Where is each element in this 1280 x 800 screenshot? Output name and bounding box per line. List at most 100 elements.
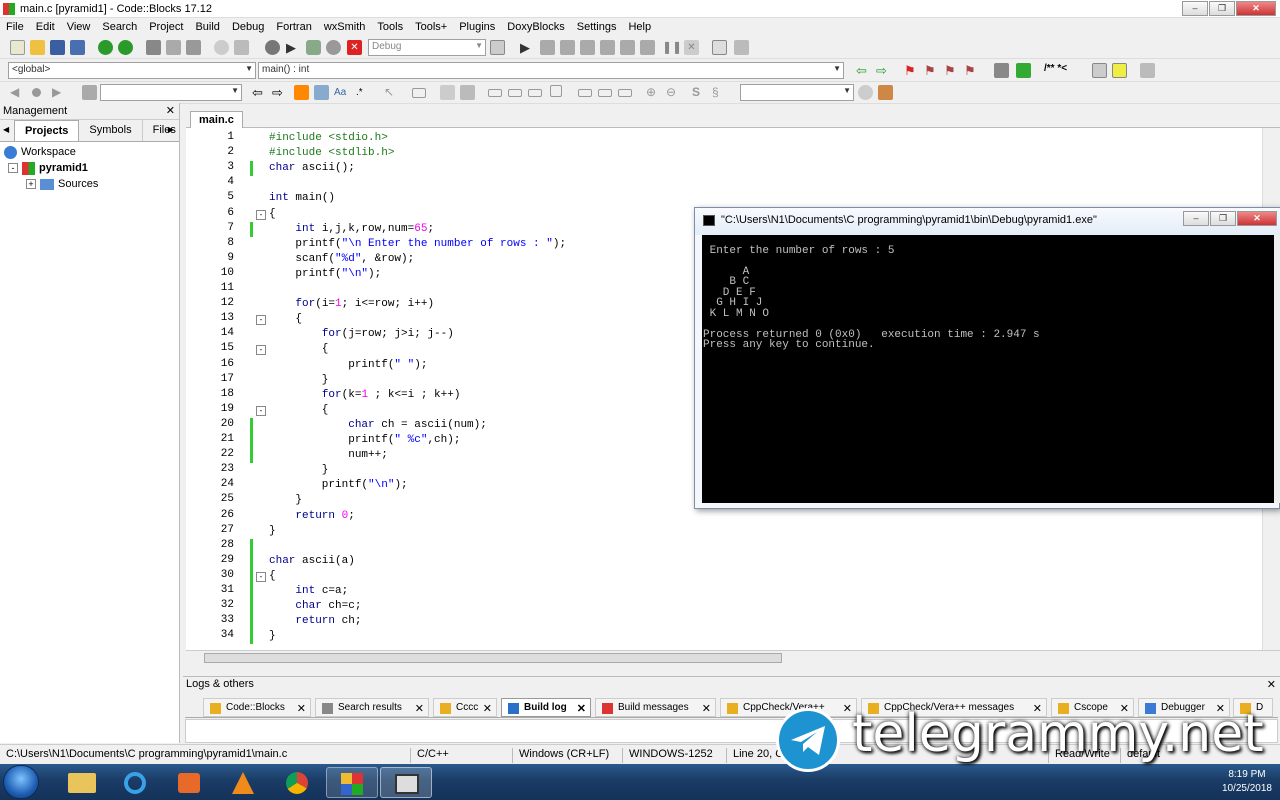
codeblocks-taskbar-icon[interactable] xyxy=(326,767,378,798)
tools-icon[interactable] xyxy=(1140,63,1155,78)
expand-icon[interactable]: + xyxy=(26,179,36,189)
ie-taskbar-icon[interactable] xyxy=(110,767,162,798)
redo-icon[interactable] xyxy=(118,40,133,55)
close-tab-icon[interactable]: ✕ xyxy=(577,702,586,715)
next-line-icon[interactable] xyxy=(560,40,575,55)
menu-debug[interactable]: Debug xyxy=(226,19,270,37)
layout-2-icon[interactable] xyxy=(488,89,502,97)
step-out-icon[interactable] xyxy=(600,40,615,55)
close-tab-icon[interactable]: ✕ xyxy=(483,702,492,715)
layout-7-icon[interactable] xyxy=(598,89,612,97)
layout-5-icon[interactable] xyxy=(550,85,562,97)
copy-icon[interactable] xyxy=(166,40,181,55)
close-tab-icon[interactable]: ✕ xyxy=(415,702,424,715)
function-select[interactable]: main() : int ▼ xyxy=(258,62,844,79)
goto-icon[interactable] xyxy=(82,85,97,100)
paste-icon[interactable] xyxy=(186,40,201,55)
find-icon[interactable] xyxy=(214,40,229,55)
menu-tools[interactable]: Tools xyxy=(371,19,409,37)
menu-settings[interactable]: Settings xyxy=(571,19,623,37)
horizontal-scroll-thumb[interactable] xyxy=(204,653,782,663)
zoom-select[interactable]: ▼ xyxy=(740,84,854,101)
tree-project[interactable]: - pyramid1 xyxy=(4,160,175,176)
menu-search[interactable]: Search xyxy=(96,19,143,37)
editor-horizontal-scrollbar[interactable] xyxy=(186,650,1280,665)
close-panel-icon[interactable]: ✕ xyxy=(166,104,175,117)
spell-icon[interactable]: S xyxy=(692,85,707,100)
prev-icon[interactable]: ◀ xyxy=(10,85,25,100)
menu-project[interactable]: Project xyxy=(143,19,189,37)
build-gear-icon[interactable] xyxy=(265,40,280,55)
tab-files[interactable]: Files xyxy=(143,120,187,141)
pointer-icon[interactable]: ↖ xyxy=(384,85,399,100)
target-dialog-icon[interactable] xyxy=(490,40,505,55)
menu-wxsmith[interactable]: wxSmith xyxy=(318,19,372,37)
rebuild-icon[interactable] xyxy=(326,40,341,55)
console-close-button[interactable]: ✕ xyxy=(1237,211,1277,226)
toggle-bookmark-icon[interactable]: ⚑ xyxy=(904,63,919,78)
chrome-taskbar-icon[interactable] xyxy=(272,767,324,798)
doxy-wizard-icon[interactable] xyxy=(994,63,1009,78)
collapse-icon[interactable]: - xyxy=(8,163,18,173)
tab-projects[interactable]: Projects xyxy=(14,120,80,141)
debug-info-icon[interactable] xyxy=(734,40,749,55)
match-case-icon[interactable]: Aa xyxy=(334,85,349,100)
search-icon[interactable] xyxy=(858,85,873,100)
step-into-icon[interactable] xyxy=(580,40,595,55)
menu-plugins[interactable]: Plugins xyxy=(453,19,501,37)
minimize-button[interactable]: – xyxy=(1182,1,1208,16)
close-logs-icon[interactable]: ✕ xyxy=(1267,678,1276,691)
fold-marker-icon[interactable]: - xyxy=(256,405,266,416)
run-icon[interactable]: ▶ xyxy=(286,40,301,55)
console-minimize-button[interactable]: – xyxy=(1183,211,1209,226)
fold-marker-icon[interactable]: - xyxy=(256,209,266,220)
help-icon[interactable] xyxy=(1112,63,1127,78)
vlc-taskbar-icon[interactable] xyxy=(218,767,270,798)
zoom-out-icon[interactable]: ⊖ xyxy=(666,85,681,100)
scope-select[interactable]: <global> ▼ xyxy=(8,62,256,79)
tab-main-c[interactable]: main.c xyxy=(190,111,243,128)
next-bookmark-icon[interactable]: ⚑ xyxy=(944,63,959,78)
tab-scroll-right-icon[interactable]: ▶ xyxy=(168,125,174,134)
fold-marker-icon[interactable]: - xyxy=(256,571,266,582)
prev-bookmark-icon[interactable]: ⚑ xyxy=(924,63,939,78)
menu-view[interactable]: View xyxy=(61,19,97,37)
run-to-cursor-icon[interactable] xyxy=(540,40,555,55)
record-icon[interactable] xyxy=(32,88,41,97)
menu-file[interactable]: File xyxy=(0,19,30,37)
explorer-taskbar-icon[interactable] xyxy=(56,767,108,798)
logs-tab[interactable]: Search results ✕ xyxy=(315,698,429,717)
console-maximize-button[interactable]: ❐ xyxy=(1210,211,1236,226)
doxy-extract-icon[interactable] xyxy=(1016,63,1031,78)
console-taskbar-icon[interactable] xyxy=(380,767,432,798)
debug-windows-icon[interactable] xyxy=(712,40,727,55)
logs-tab[interactable]: Cccc ✕ xyxy=(433,698,497,717)
step-instruction-icon[interactable] xyxy=(640,40,655,55)
maximize-button[interactable]: ❐ xyxy=(1209,1,1235,16)
abort-icon[interactable]: ✕ xyxy=(347,40,362,55)
fold-marker-icon[interactable]: - xyxy=(256,315,266,326)
close-tab-icon[interactable]: ✕ xyxy=(297,702,306,715)
arrow-left-icon[interactable]: ⇦ xyxy=(252,85,267,100)
menu-edit[interactable]: Edit xyxy=(30,19,61,37)
menu-doxyblocks[interactable]: DoxyBlocks xyxy=(501,19,570,37)
console-window[interactable]: "C:\Users\N1\Documents\C programming\pyr… xyxy=(694,207,1280,509)
close-button[interactable]: ✕ xyxy=(1236,1,1276,16)
regex-icon[interactable]: .* xyxy=(356,85,371,100)
debug-start-icon[interactable]: ▶ xyxy=(520,40,535,55)
thesaurus-icon[interactable]: § xyxy=(712,85,727,100)
open-folder-icon[interactable] xyxy=(30,40,45,55)
layout-6-icon[interactable] xyxy=(578,89,592,97)
tree-sources[interactable]: + Sources xyxy=(4,176,175,192)
logs-tab[interactable]: Build messages ✕ xyxy=(595,698,716,717)
tab-symbols[interactable]: Symbols xyxy=(79,120,143,141)
selected-text-icon[interactable] xyxy=(314,85,329,100)
layout-4-icon[interactable] xyxy=(528,89,542,97)
panel-icon[interactable] xyxy=(460,85,475,100)
save-all-icon[interactable] xyxy=(70,40,85,55)
build-target-select[interactable]: Debug ▼ xyxy=(368,39,486,56)
stop-debug-icon[interactable]: ✕ xyxy=(684,40,699,55)
fold-marker-icon[interactable]: - xyxy=(256,345,266,356)
layout-8-icon[interactable] xyxy=(618,89,632,97)
tree-workspace[interactable]: Workspace xyxy=(4,144,175,160)
